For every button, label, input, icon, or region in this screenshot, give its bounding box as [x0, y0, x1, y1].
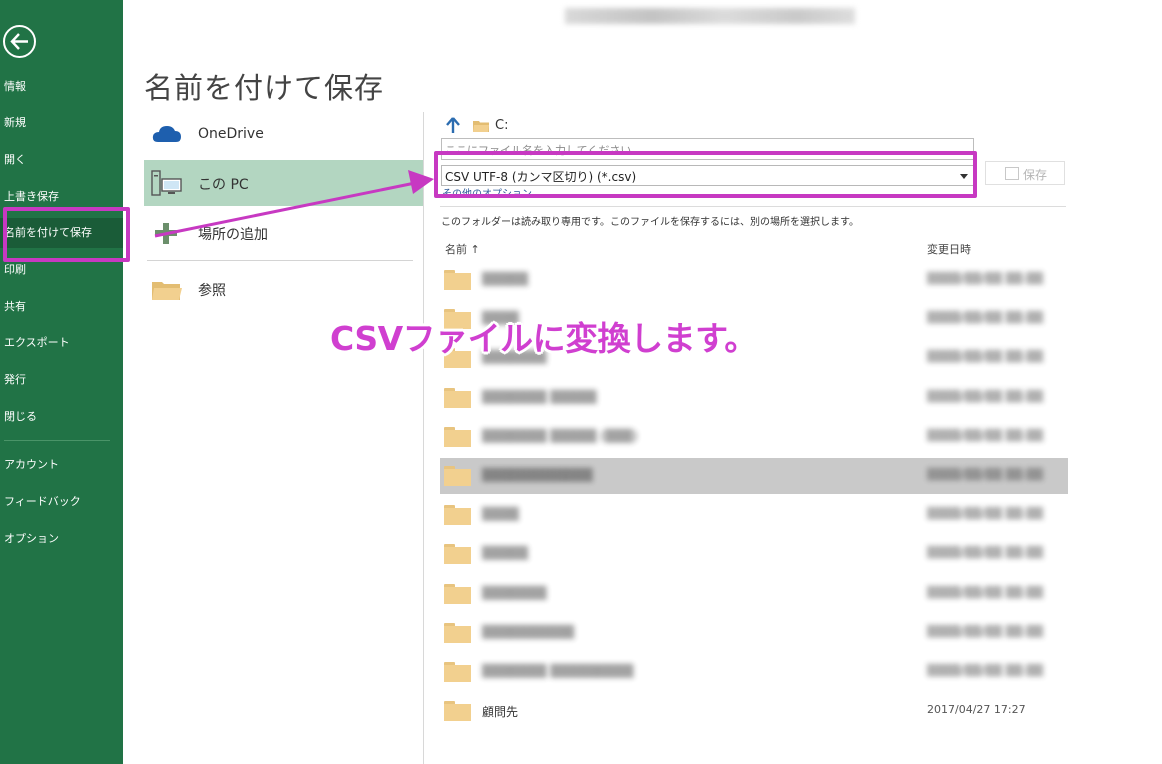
nav-item[interactable]: 情報: [0, 72, 123, 102]
column-separator: [423, 112, 424, 764]
folder-icon: [444, 701, 471, 722]
nav-divider: [4, 440, 110, 441]
save-disk-icon: [1005, 167, 1019, 180]
folder-date: ▒▒▒▒/▒▒/▒▒ ▒▒:▒▒: [927, 664, 1044, 677]
annotation-callout: CSVファイルに変換します。: [330, 319, 757, 358]
folder-icon: [444, 622, 471, 643]
nav-item[interactable]: フィードバック: [0, 487, 123, 517]
folder-icon: [444, 426, 471, 447]
folder-icon: [444, 662, 471, 682]
folder-row[interactable]: ▒▒▒▒▒ ▒▒▒▒/▒▒/▒▒ ▒▒:▒▒: [440, 536, 1068, 572]
folder-icon: [444, 466, 471, 486]
column-header-date[interactable]: 変更日時: [927, 241, 971, 257]
folder-date: 2017/04/27 17:27: [927, 703, 1026, 717]
location-label: この PC: [198, 177, 249, 193]
nav-item[interactable]: 閉じる: [0, 402, 123, 432]
nav-item[interactable]: 共有: [0, 292, 123, 322]
folder-name: ▒▒▒▒▒▒▒: [482, 585, 547, 600]
column-header-name[interactable]: 名前 ↑: [445, 241, 480, 257]
backstage-nav: 情報 新規 開く 上書き保存 名前を付けて保存 印刷 共有 エクスポート 発行 閉じる アカウント…: [0, 0, 123, 764]
folder-name: ▒▒▒▒▒: [482, 272, 529, 286]
location-onedrive[interactable]: OneDrive: [144, 112, 423, 158]
folder-row[interactable]: ▒▒▒▒ ▒▒▒▒/▒▒/▒▒ ▒▒:▒▒: [440, 497, 1068, 533]
folder-row[interactable]: 顧問先 2017/04/27 17:27: [440, 693, 1068, 729]
folder-name: ▒▒▒▒▒▒▒ ▒▒▒▒▒▒▒▒▒: [482, 664, 634, 678]
folder-row[interactable]: ▒▒▒▒▒▒▒▒▒▒▒▒ ▒▒▒▒/▒▒/▒▒ ▒▒:▒▒: [440, 458, 1068, 494]
current-path[interactable]: C:: [495, 118, 508, 133]
folder-name: 顧問先: [482, 705, 519, 720]
location-add-place[interactable]: 場所の追加: [144, 210, 423, 256]
folder-name: ▒▒▒▒▒▒▒ ▒▒▒▒▒: [482, 389, 597, 404]
folder-date: ▒▒▒▒/▒▒/▒▒ ▒▒:▒▒: [927, 428, 1044, 442]
folder-date: ▒▒▒▒/▒▒/▒▒ ▒▒:▒▒: [927, 350, 1044, 364]
folder-name: ▒▒▒▒▒: [482, 546, 529, 561]
folder-row[interactable]: ▒▒▒▒▒▒▒ ▒▒▒▒▒▒▒▒▒ ▒▒▒▒/▒▒/▒▒ ▒▒:▒▒: [440, 654, 1068, 690]
folder-icon: [444, 387, 471, 408]
location-label: 場所の追加: [198, 227, 268, 243]
folder-name: ▒▒▒▒▒▒▒▒▒▒▒▒: [482, 468, 593, 482]
window-title: ▒▒▒▒▒▒▒▒ ▒▒▒▒▒▒▒▒▒ ▒▒▒▒ ▒ ▒ ▒▒▒▒: [565, 8, 855, 24]
nav-item[interactable]: オプション: [0, 524, 123, 554]
folder-date: ▒▒▒▒/▒▒/▒▒ ▒▒:▒▒: [927, 311, 1044, 325]
folder-icon: [473, 121, 489, 132]
back-button[interactable]: [3, 25, 36, 58]
save-button[interactable]: 保存: [985, 161, 1065, 185]
folder-icon: [444, 583, 471, 604]
arrow-left-icon: [10, 33, 28, 50]
page-title: 名前を付けて保存: [144, 71, 385, 105]
folder-row[interactable]: ▒▒▒▒▒▒▒ ▒▒▒▒▒ (▒▒▒) ▒▒▒▒/▒▒/▒▒ ▒▒:▒▒: [440, 419, 1068, 455]
readonly-message: このフォルダーは読み取り専用です。このファイルを保存するには、別の場所を選択しま…: [441, 217, 859, 228]
annotation-highlight-filetype: [434, 151, 977, 198]
folder-icon: [444, 544, 471, 565]
folder-name: ▒▒▒▒▒▒▒▒▒▒: [482, 624, 575, 639]
folder-name: ▒▒▒▒: [482, 507, 519, 522]
folder-name: ▒▒▒▒▒▒▒ ▒▒▒▒▒ (▒▒▒): [482, 428, 638, 443]
folder-icon: [444, 270, 471, 290]
location-this-pc[interactable]: この PC: [144, 160, 423, 206]
up-arrow-icon[interactable]: [445, 116, 461, 134]
folder-date: ▒▒▒▒/▒▒/▒▒ ▒▒:▒▒: [927, 507, 1044, 521]
folder-icon: [444, 505, 471, 526]
folder-date: ▒▒▒▒/▒▒/▒▒ ▒▒:▒▒: [927, 389, 1044, 403]
nav-item[interactable]: アカウント: [0, 450, 123, 480]
nav-item[interactable]: エクスポート: [0, 328, 123, 358]
annotation-highlight-saveas: [3, 207, 130, 262]
folder-date: ▒▒▒▒/▒▒/▒▒ ▒▒:▒▒: [927, 468, 1044, 481]
nav-item[interactable]: 新規: [0, 108, 123, 138]
nav-item[interactable]: 発行: [0, 365, 123, 395]
locations-divider: [147, 260, 413, 261]
plus-icon: [155, 223, 177, 244]
folder-date: ▒▒▒▒/▒▒/▒▒ ▒▒:▒▒: [927, 585, 1044, 599]
folder-row[interactable]: ▒▒▒▒▒ ▒▒▒▒/▒▒/▒▒ ▒▒:▒▒: [440, 262, 1068, 298]
folder-row[interactable]: ▒▒▒▒▒▒▒ ▒▒▒▒/▒▒/▒▒ ▒▒:▒▒: [440, 576, 1068, 612]
onedrive-cloud-icon: [152, 126, 181, 142]
pane-divider: [440, 206, 1066, 207]
location-label: OneDrive: [198, 126, 264, 142]
folder-date: ▒▒▒▒/▒▒/▒▒ ▒▒:▒▒: [927, 272, 1044, 285]
this-pc-icon: [151, 170, 182, 196]
folder-date: ▒▒▒▒/▒▒/▒▒ ▒▒:▒▒: [927, 624, 1044, 638]
folder-row[interactable]: ▒▒▒▒▒▒▒▒▒▒ ▒▒▒▒/▒▒/▒▒ ▒▒:▒▒: [440, 615, 1068, 651]
nav-item[interactable]: 開く: [0, 145, 123, 175]
location-label: 参照: [198, 283, 226, 299]
folder-browse-icon: [152, 282, 182, 300]
save-label: 保存: [1023, 168, 1048, 182]
location-browse[interactable]: 参照: [144, 266, 423, 312]
folder-row[interactable]: ▒▒▒▒▒▒▒ ▒▒▒▒▒ ▒▒▒▒/▒▒/▒▒ ▒▒:▒▒: [440, 380, 1068, 416]
folder-date: ▒▒▒▒/▒▒/▒▒ ▒▒:▒▒: [927, 546, 1044, 560]
